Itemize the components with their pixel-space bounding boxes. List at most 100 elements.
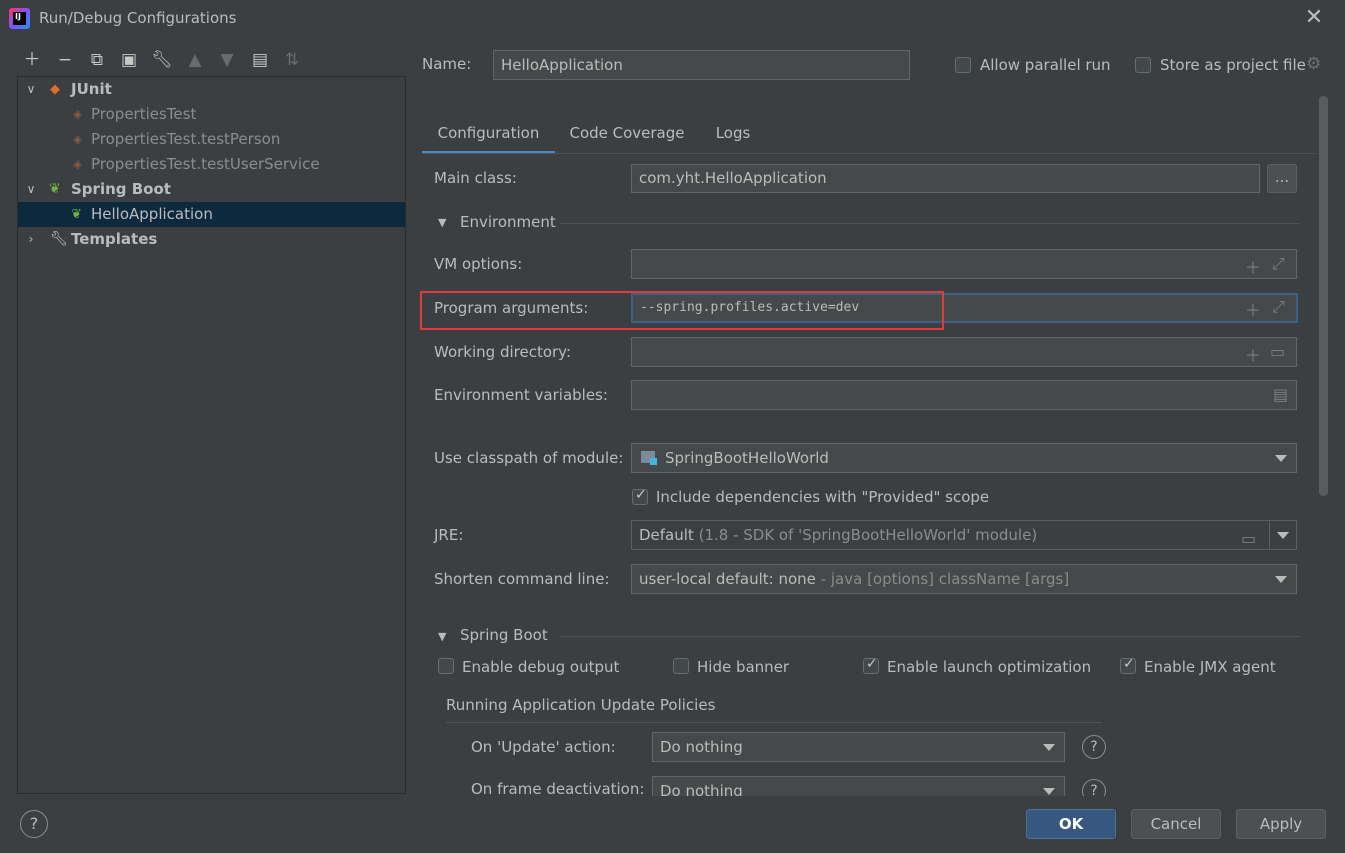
tab-code-coverage[interactable]: Code Coverage [560, 120, 694, 154]
folder-plus-icon[interactable]: ▤ [249, 49, 271, 71]
dropdown-arrow-icon [1043, 744, 1055, 751]
dropdown-arrow-icon[interactable] [1277, 532, 1289, 539]
debug-output-label: Enable debug output [462, 658, 620, 676]
tab-logs[interactable]: Logs [700, 120, 766, 154]
folder-icon[interactable]: ▭ [1270, 342, 1285, 361]
tree-label: PropertiesTest.testUserService [91, 155, 320, 173]
gear-icon[interactable]: ⚙ [1306, 54, 1321, 74]
frame-deactivation-label: On frame deactivation: [471, 780, 645, 796]
help-icon[interactable]: ? [1082, 779, 1106, 796]
tab-configuration[interactable]: Configuration [422, 120, 555, 154]
plus-icon[interactable]: ＋ [1245, 342, 1261, 366]
wrench-icon[interactable]: 🔧︎ [151, 49, 173, 71]
title-bar: IJ Run/Debug Configurations ✕ [0, 0, 1345, 38]
launch-opt-checkbox[interactable] [863, 656, 879, 674]
tree-label: Templates [71, 230, 158, 248]
section-divider [446, 722, 1102, 723]
main-class-label: Main class: [434, 169, 517, 187]
tree-label: PropertiesTest [91, 105, 197, 123]
store-project-checkbox[interactable] [1135, 57, 1151, 73]
sort-icon[interactable]: ⇅ [281, 49, 303, 71]
spring-boot-section-title[interactable]: Spring Boot [460, 626, 548, 644]
close-icon[interactable]: ✕ [1303, 7, 1325, 29]
expand-icon[interactable]: ⤢ [1272, 254, 1285, 274]
junit-test-icon: ◈ [73, 157, 83, 171]
tree-group-templates[interactable]: › 🔧︎ Templates [18, 227, 405, 252]
dropdown-arrow-icon [1275, 576, 1287, 583]
expand-icon[interactable]: ⤢ [1272, 297, 1285, 317]
debug-output-checkbox[interactable] [438, 658, 454, 674]
intellij-logo-icon: IJ [9, 8, 30, 29]
frame-deactivation-select[interactable]: Do nothing [652, 776, 1065, 796]
hide-banner-checkbox[interactable] [673, 658, 689, 674]
shorten-value: user-local default: none [639, 570, 816, 588]
spring-boot-icon: ❦ [49, 181, 61, 197]
section-divider [560, 636, 1300, 637]
tree-group-junit[interactable]: ∨ ◆ JUnit [18, 77, 405, 102]
apply-button[interactable]: Apply [1236, 809, 1326, 839]
folder-icon[interactable]: ▭ [1241, 525, 1256, 553]
section-divider [560, 223, 1300, 224]
tree-item[interactable]: ◈ PropertiesTest.testPerson [18, 127, 405, 152]
hide-banner-label: Hide banner [697, 658, 790, 676]
name-label: Name: [422, 55, 471, 73]
arrow-down-icon[interactable]: ▼ [216, 49, 238, 71]
list-icon[interactable]: ▤ [1273, 385, 1288, 404]
vm-options-input[interactable]: ＋ ⤢ [631, 249, 1297, 279]
launch-opt-label: Enable launch optimization [887, 658, 1092, 676]
separator [1269, 521, 1270, 549]
allow-parallel-checkbox[interactable] [955, 57, 971, 73]
vm-options-label: VM options: [434, 255, 523, 273]
tree-label: PropertiesTest.testPerson [91, 130, 281, 148]
plus-icon[interactable]: ＋ [21, 49, 43, 71]
cancel-button[interactable]: Cancel [1131, 809, 1221, 839]
configuration-tree[interactable]: ∨ ◆ JUnit ◈ PropertiesTest ◈ PropertiesT… [17, 76, 406, 794]
working-dir-input[interactable]: ＋ ▭ [631, 337, 1297, 367]
chevron-right-icon[interactable]: › [24, 227, 38, 252]
frame-deactivation-value: Do nothing [660, 782, 743, 796]
chevron-down-icon[interactable]: ∨ [24, 177, 38, 202]
collapse-triangle-icon[interactable]: ▼ [438, 630, 446, 643]
store-project-label: Store as project file [1160, 56, 1306, 74]
jre-value: Default [639, 526, 694, 544]
plus-icon[interactable]: ＋ [1245, 254, 1261, 278]
help-button[interactable]: ? [20, 810, 48, 838]
copy-icon[interactable]: ⧉ [86, 49, 108, 71]
classpath-select[interactable]: SpringBootHelloWorld [631, 443, 1297, 473]
tree-group-spring-boot[interactable]: ∨ ❦ Spring Boot [18, 177, 405, 202]
chevron-down-icon[interactable]: ∨ [24, 77, 38, 102]
minus-icon[interactable]: − [54, 49, 76, 71]
annotation-highlight-box [420, 291, 944, 330]
tree-label: Spring Boot [71, 180, 171, 198]
name-input[interactable]: HelloApplication [493, 50, 910, 80]
browse-button[interactable]: ... [1267, 164, 1297, 193]
environment-section-title[interactable]: Environment [460, 213, 556, 231]
junit-test-icon: ◈ [73, 107, 83, 121]
tab-divider [422, 153, 1315, 154]
shorten-select[interactable]: user-local default: none - java [options… [631, 564, 1297, 594]
wrench-icon: 🔧︎ [50, 231, 68, 247]
collapse-triangle-icon[interactable]: ▼ [438, 216, 446, 229]
update-action-select[interactable]: Do nothing [652, 732, 1065, 762]
main-class-input[interactable]: com.yht.HelloApplication [631, 164, 1260, 193]
tree-item-selected[interactable]: ❦ HelloApplication [18, 202, 405, 227]
tree-item[interactable]: ◈ PropertiesTest [18, 102, 405, 127]
spring-boot-app-icon: ❦ [71, 207, 82, 222]
jre-select[interactable]: Default (1.8 - SDK of 'SpringBootHelloWo… [631, 520, 1297, 550]
update-action-value: Do nothing [660, 738, 743, 756]
save-icon[interactable]: ▣ [118, 49, 140, 71]
ok-button[interactable]: OK [1026, 809, 1116, 839]
env-vars-input[interactable]: ▤ [631, 380, 1297, 410]
allow-parallel-label: Allow parallel run [980, 56, 1111, 74]
jmx-agent-checkbox[interactable] [1120, 656, 1136, 674]
tree-item[interactable]: ◈ PropertiesTest.testUserService [18, 152, 405, 177]
arrow-up-icon[interactable]: ▲ [184, 49, 206, 71]
dropdown-arrow-icon [1043, 788, 1055, 795]
plus-icon[interactable]: ＋ [1245, 297, 1261, 321]
clipped-region: On frame deactivation: Do nothing ? [422, 770, 1315, 796]
env-vars-label: Environment variables: [434, 386, 608, 404]
scrollbar[interactable] [1319, 96, 1328, 496]
working-dir-label: Working directory: [434, 343, 572, 361]
help-icon[interactable]: ? [1082, 735, 1106, 759]
include-deps-checkbox[interactable] [632, 487, 648, 505]
